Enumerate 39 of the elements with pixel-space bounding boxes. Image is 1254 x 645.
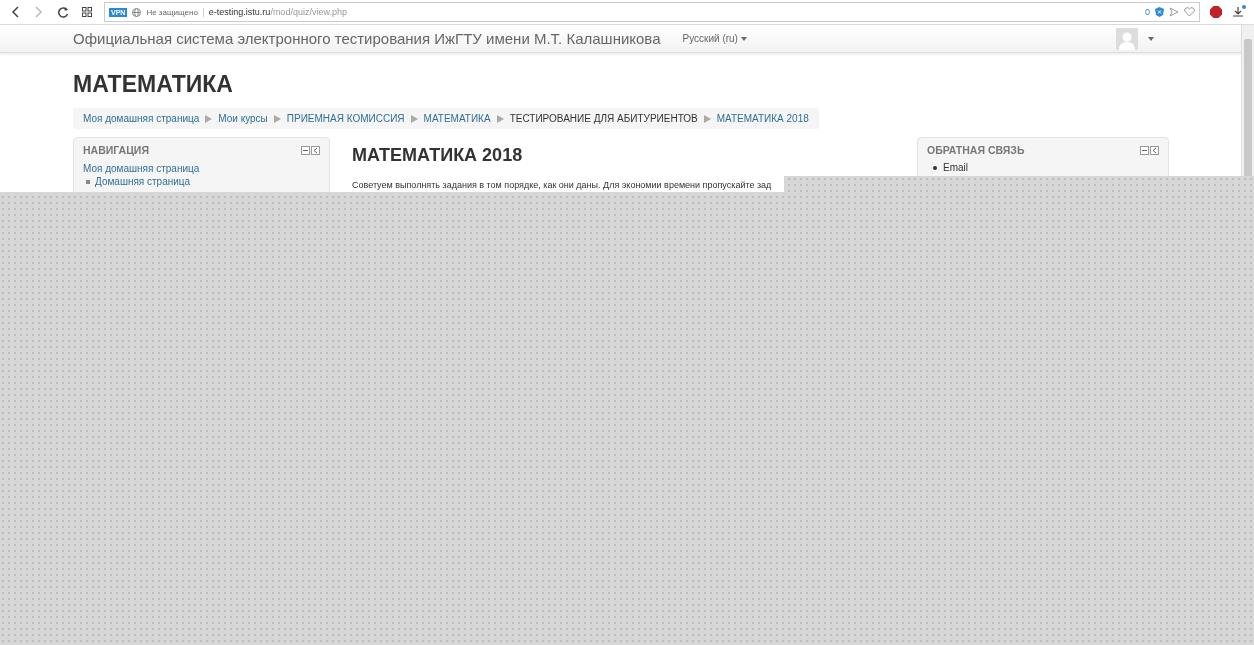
- dock-icon[interactable]: [311, 145, 320, 155]
- separator-icon: [205, 114, 213, 123]
- block-title: ОБРАТНАЯ СВЯЗЬ: [927, 144, 1025, 156]
- dock-icon[interactable]: [1150, 145, 1159, 155]
- grid-icon[interactable]: [82, 7, 92, 17]
- breadcrumb-link[interactable]: Мои курсы: [218, 113, 268, 124]
- breadcrumb-link[interactable]: ПРИЕМНАЯ КОМИССИЯ: [286, 113, 405, 124]
- caret-icon[interactable]: [1148, 36, 1154, 41]
- bullet-icon: [933, 165, 937, 170]
- collapse-icon[interactable]: [1140, 145, 1149, 155]
- language-menu[interactable]: Русский (ru): [682, 33, 747, 44]
- globe-icon: [132, 7, 142, 17]
- breadcrumb-link[interactable]: Моя домашняя страница: [83, 113, 200, 124]
- separator-icon: [496, 114, 504, 123]
- breadcrumb-link[interactable]: МАТЕМАТИКА 2018: [716, 113, 809, 124]
- separator-icon: [273, 114, 281, 123]
- quiz-title: МАТЕМАТИКА 2018: [352, 145, 524, 166]
- separator-icon: [410, 114, 418, 123]
- nav-link[interactable]: Моя домашняя страница: [83, 163, 320, 174]
- collapse-icon[interactable]: [301, 145, 310, 155]
- download-icon[interactable]: [1232, 5, 1246, 19]
- shield-icon[interactable]: [1155, 7, 1164, 17]
- caret-icon[interactable]: [740, 36, 747, 41]
- security-label: Не защищено: [146, 7, 204, 17]
- quiz-intro: Советуем выполнять задания в том порядке, как они даны. Для экономии времени пропускайте зад: [352, 180, 773, 190]
- bullet-icon: [86, 179, 90, 184]
- breadcrumb-link[interactable]: МАТЕМАТИКА: [423, 113, 491, 124]
- page-title: МАТЕМАТИКА: [73, 71, 234, 98]
- back-icon[interactable]: [11, 6, 19, 18]
- adblock-icon[interactable]: [1210, 6, 1222, 18]
- nav-link[interactable]: Домашняя страница: [95, 176, 191, 187]
- reload-icon[interactable]: [57, 6, 69, 18]
- breadcrumb-text: ТЕСТИРОВАНИЕ ДЛЯ АБИТУРИЕНТОВ: [509, 113, 698, 124]
- separator-icon: [703, 114, 711, 123]
- url-text: e-testing.istu.ru/mod/quiz/view.php: [208, 7, 347, 17]
- feedback-link[interactable]: Email: [943, 161, 968, 174]
- counter: 0: [1145, 7, 1150, 17]
- site-title[interactable]: Официальная система электронного тестирования ИжГТУ имени М.Т. Калашникова: [73, 30, 661, 47]
- block-title: НАВИГАЦИЯ: [83, 144, 149, 156]
